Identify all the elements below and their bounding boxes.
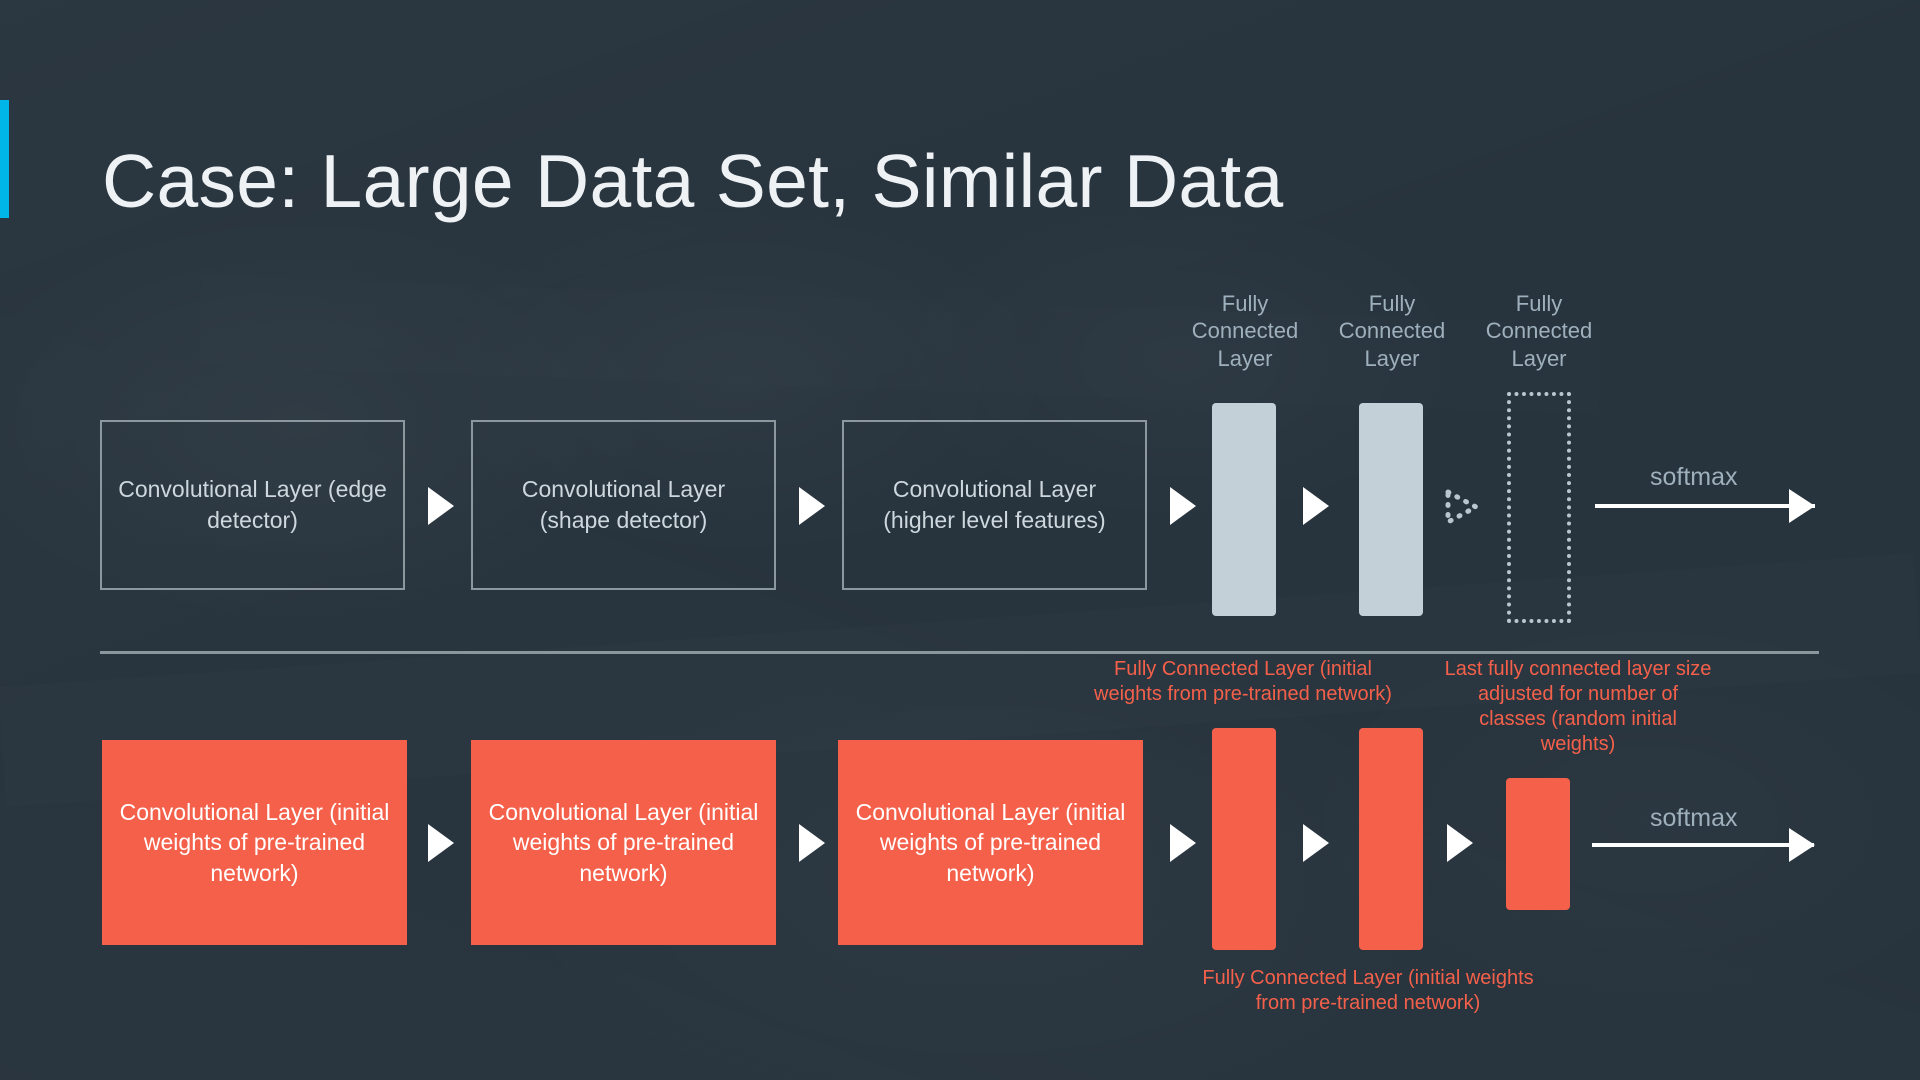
top-softmax-arrowhead-icon <box>1789 489 1815 523</box>
bottom-softmax-line <box>1592 843 1814 847</box>
bottom-conv-layer-2-label: Convolutional Layer (initial weights of … <box>488 798 759 886</box>
bottom-conv-layer-3-label: Convolutional Layer (initial weights of … <box>855 798 1126 886</box>
top-fc-label-1: Fully Connected Layer <box>1191 291 1299 371</box>
top-fc-bar-3-dotted <box>1507 392 1571 623</box>
slide-canvas: Case: Large Data Set, Similar Data Convo… <box>0 0 1920 1080</box>
annotation-last-fc-adjusted: Last fully connected layer size adjusted… <box>1444 658 1712 755</box>
bottom-arrow-5-icon <box>1447 824 1473 862</box>
top-conv-layer-1: Convolutional Layer (edge detector) <box>100 420 405 590</box>
bottom-fc-bar-1 <box>1212 728 1276 950</box>
top-arrow-3-icon <box>1170 487 1196 525</box>
bottom-conv-layer-1-label: Convolutional Layer (initial weights of … <box>119 798 390 886</box>
top-arrow-4-icon <box>1303 487 1329 525</box>
bottom-conv-layer-1: Convolutional Layer (initial weights of … <box>102 740 407 945</box>
top-conv-layer-2-label: Convolutional Layer (shape detector) <box>521 476 726 533</box>
bottom-fc-bar-3 <box>1506 778 1570 910</box>
bottom-softmax-label: softmax <box>1650 804 1738 832</box>
top-dotted-arrow-icon <box>1445 488 1480 526</box>
top-arrow-1-icon <box>428 487 454 525</box>
bottom-arrow-4-icon <box>1303 824 1329 862</box>
top-arrow-2-icon <box>799 487 825 525</box>
annotation-fc-pretrained-top: Fully Connected Layer (initial weights f… <box>1094 658 1392 705</box>
bottom-conv-layer-3: Convolutional Layer (initial weights of … <box>838 740 1143 945</box>
accent-bar <box>0 100 9 218</box>
annotation-fc-pretrained-bottom: Fully Connected Layer (initial weights f… <box>1202 967 1534 1014</box>
section-divider <box>100 651 1819 654</box>
bottom-fc-bar-2 <box>1359 728 1423 950</box>
top-fc-label-2: Fully Connected Layer <box>1338 291 1446 371</box>
top-conv-layer-3-label: Convolutional Layer (higher level featur… <box>883 476 1106 533</box>
page-title: Case: Large Data Set, Similar Data <box>102 139 1284 224</box>
top-fc-bar-1 <box>1212 403 1276 616</box>
top-softmax-label: softmax <box>1650 463 1738 491</box>
bottom-conv-layer-2: Convolutional Layer (initial weights of … <box>471 740 776 945</box>
top-conv-layer-1-label: Convolutional Layer (edge detector) <box>118 476 387 533</box>
bottom-arrow-3-icon <box>1170 824 1196 862</box>
bottom-arrow-1-icon <box>428 824 454 862</box>
bottom-softmax-arrowhead-icon <box>1789 828 1815 862</box>
top-fc-label-3: Fully Connected Layer <box>1485 291 1593 371</box>
top-conv-layer-3: Convolutional Layer (higher level featur… <box>842 420 1147 590</box>
top-fc-bar-2 <box>1359 403 1423 616</box>
top-conv-layer-2: Convolutional Layer (shape detector) <box>471 420 776 590</box>
bottom-arrow-2-icon <box>799 824 825 862</box>
top-softmax-line <box>1595 504 1815 508</box>
